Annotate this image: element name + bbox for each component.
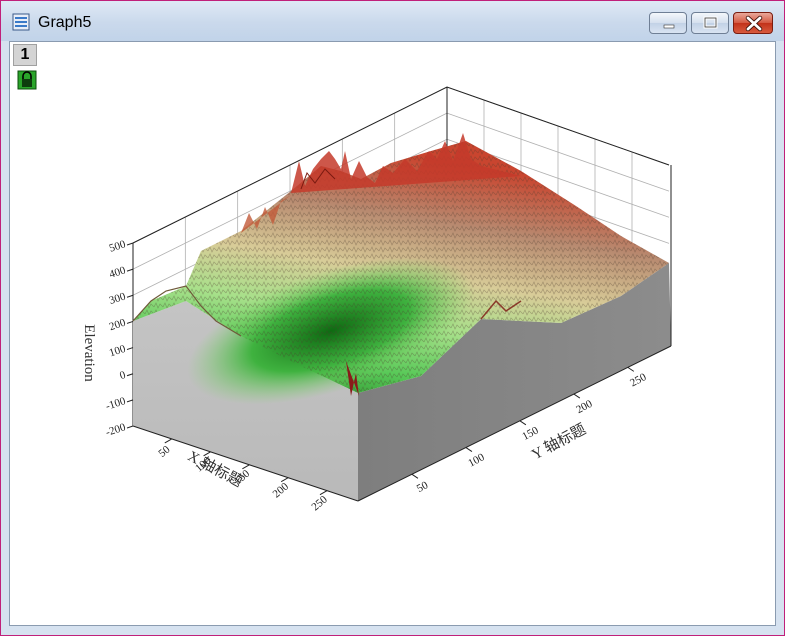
z-tick-mark [126, 242, 134, 246]
z-axis: 500 400 300 200 100 0 -100 -200 [104, 238, 134, 439]
z-tick-mark [126, 373, 134, 377]
z-tick-mark [126, 294, 134, 298]
y-tick-mark [411, 473, 419, 479]
z-tick-label: 400 [108, 264, 128, 281]
y-tick-mark [627, 366, 635, 372]
x-tick-label: 250 [309, 493, 330, 513]
graph-window: Graph5 1 500 400 300 200 100 0 -100 -200… [0, 0, 785, 636]
z-tick-label: 100 [108, 343, 128, 360]
y-tick-label: 100 [466, 451, 487, 470]
z-tick-mark [126, 347, 134, 351]
y-tick-label: 50 [415, 479, 431, 495]
x-tick-label: 50 [156, 443, 173, 460]
z-axis-title: Elevation [81, 324, 97, 382]
z-tick-mark [126, 268, 134, 272]
y-tick-mark [465, 447, 473, 452]
y-tick-label: 200 [574, 398, 595, 417]
z-tick-mark [126, 425, 134, 429]
z-tick-label: 200 [108, 317, 128, 334]
x-tick-label: 200 [271, 480, 292, 500]
y-tick-mark [519, 420, 527, 426]
x-tick-mark [164, 438, 173, 444]
z-tick-mark [126, 399, 134, 403]
z-tick-label: 300 [108, 290, 128, 307]
z-tick-label: -200 [104, 421, 127, 439]
surface-plot[interactable]: 5004003002001000-100-200 50100150200250 … [1, 1, 785, 637]
z-tick-label: 0 [118, 369, 127, 382]
z-tick-label: 500 [108, 238, 128, 255]
z-tick-label: -100 [104, 395, 127, 413]
z-tick-mark [126, 320, 134, 324]
y-tick-label: 250 [628, 371, 649, 390]
y-axis-title: Y 轴标题 [529, 421, 589, 464]
y-tick-label: 150 [520, 424, 541, 443]
y-tick-mark [573, 393, 581, 399]
